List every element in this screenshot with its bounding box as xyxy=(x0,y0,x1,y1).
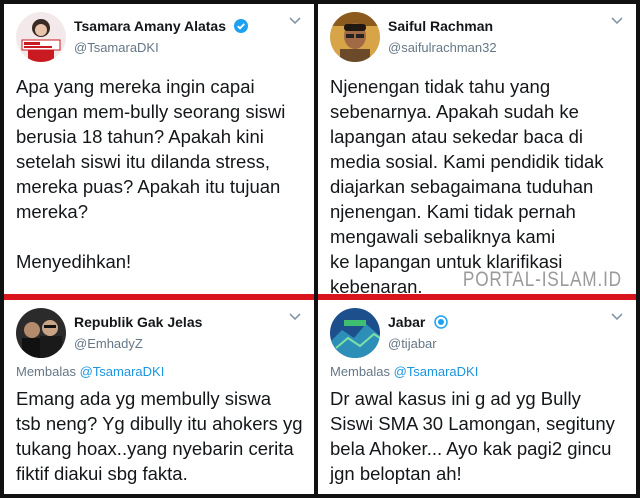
tweet-card[interactable]: Jabar @tijabar Membalas @TsamaraDKI Dr a… xyxy=(318,300,636,494)
tweet-card[interactable]: Tsamara Amany Alatas @TsamaraDKI Apa yan… xyxy=(4,4,314,294)
reply-prefix: Membalas xyxy=(16,364,76,379)
reply-mention-link[interactable]: @TsamaraDKI xyxy=(80,364,165,379)
tweet-text: Apa yang mereka ingin capai dengan mem-b… xyxy=(16,76,286,272)
chevron-down-icon[interactable] xyxy=(610,16,624,26)
tweet-header: Saiful Rachman @saifulrachman32 xyxy=(330,12,628,64)
display-name[interactable]: Republik Gak Jelas xyxy=(74,314,202,330)
avatar[interactable] xyxy=(330,12,380,62)
tweet-card[interactable]: Republik Gak Jelas @EmhadyZ Membalas @Ts… xyxy=(4,300,314,494)
avatar[interactable] xyxy=(16,308,66,358)
avatar[interactable] xyxy=(330,308,380,358)
reply-context: Membalas @TsamaraDKI xyxy=(16,364,164,379)
verified-badge-icon xyxy=(434,315,448,329)
display-name[interactable]: Tsamara Amany Alatas xyxy=(74,18,226,34)
reply-mention-link[interactable]: @TsamaraDKI xyxy=(394,364,479,379)
user-handle[interactable]: @TsamaraDKI xyxy=(74,40,248,55)
reply-context: Membalas @TsamaraDKI xyxy=(330,364,478,379)
user-handle[interactable]: @tijabar xyxy=(388,336,448,351)
tweet-text: Dr awal kasus ini g ad yg Bully Siswi SM… xyxy=(330,388,615,484)
watermark: PORTAL-ISLAM.ID xyxy=(462,268,622,292)
user-handle[interactable]: @EmhadyZ xyxy=(74,336,202,351)
display-name[interactable]: Jabar xyxy=(388,314,425,330)
tweet-card[interactable]: Saiful Rachman @saifulrachman32 Njenenga… xyxy=(318,4,636,294)
avatar[interactable] xyxy=(16,12,66,62)
tweet-header: Jabar @tijabar xyxy=(330,308,628,360)
tweet-header: Republik Gak Jelas @EmhadyZ xyxy=(16,308,306,360)
chevron-down-icon[interactable] xyxy=(610,312,624,322)
tweet-header: Tsamara Amany Alatas @TsamaraDKI xyxy=(16,12,306,64)
chevron-down-icon[interactable] xyxy=(288,16,302,26)
user-handle[interactable]: @saifulrachman32 xyxy=(388,40,497,55)
verified-badge-icon xyxy=(234,19,249,33)
tweet-text: Emang ada yg membully siswa tsb neng? Yg… xyxy=(16,388,303,484)
reply-prefix: Membalas xyxy=(330,364,390,379)
display-name[interactable]: Saiful Rachman xyxy=(388,18,493,34)
tweet-text: Njenengan tidak tahu yang sebenarnya. Ap… xyxy=(330,76,604,294)
chevron-down-icon[interactable] xyxy=(288,312,302,322)
